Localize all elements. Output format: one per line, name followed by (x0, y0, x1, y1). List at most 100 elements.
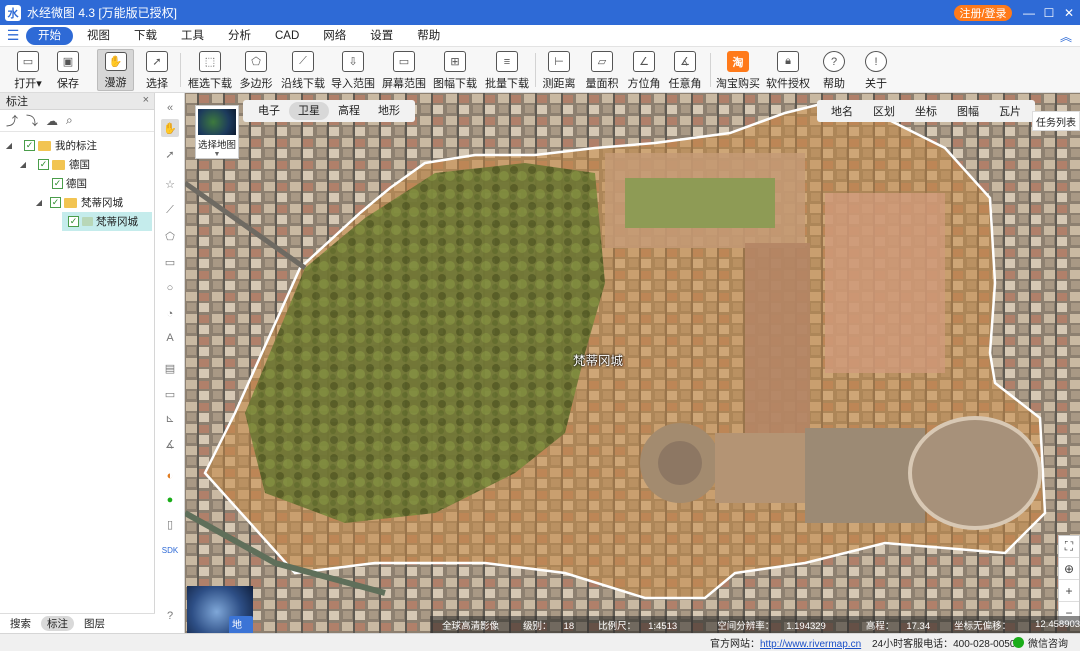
minimize-icon[interactable]: — (1018, 0, 1040, 25)
polyline-tool-icon[interactable]: ⟋ (161, 201, 179, 219)
map-canvas[interactable]: 选择地图 ▼ 电子 卫星 高程 地形 地名 区划 坐标 图幅 瓦片 任务列表 梵… (185, 93, 1080, 633)
close-icon[interactable]: ✕ (1058, 0, 1080, 25)
grid-download-label: 图幅下载 (433, 78, 477, 90)
tab-layers[interactable]: 图层 (78, 616, 111, 631)
pan-button[interactable]: ✋ 漫游 (97, 49, 134, 91)
tab-tiles[interactable]: 瓦片 (989, 103, 1031, 119)
circle-tool-icon[interactable]: ○ (161, 279, 179, 297)
sdk-icon[interactable]: SDK (161, 541, 179, 559)
menu-analysis[interactable]: 分析 (218, 27, 261, 45)
menu-download[interactable]: 下载 (124, 27, 167, 45)
ruler-tool-icon[interactable]: ▤ (161, 359, 179, 377)
tab-coordinates[interactable]: 坐标 (905, 103, 947, 119)
menu-cad[interactable]: CAD (265, 27, 309, 45)
rect-download-button[interactable]: ⬚ 框选下载 (188, 49, 232, 91)
tree-checkbox[interactable]: ✓ (50, 197, 61, 208)
tab-divisions[interactable]: 区划 (863, 103, 905, 119)
drawing-toolbar: « ✋ ➚ ☆ ⟋ ⬠ ▭ ○ ◔ A ▤ ▭ ⊾ ∡ ◐ ● ▯ SDK ? (155, 93, 185, 633)
zoom-in-button[interactable]: + (1059, 580, 1079, 602)
level-label: 级别： (523, 620, 552, 632)
tree-item-vatican-polygon[interactable]: ✓ 梵蒂冈城 (62, 212, 152, 231)
tab-place-names[interactable]: 地名 (821, 103, 863, 119)
website-link[interactable]: http://www.rivermap.cn (760, 639, 861, 650)
import-range-button[interactable]: ⇩ 导入范围 (331, 49, 375, 91)
website-label: 官方网站： (710, 639, 760, 650)
hamburger-menu-icon[interactable]: ☰ (0, 27, 26, 44)
line-download-button[interactable]: ⟋ 沿线下载 (281, 49, 325, 91)
expand-arrow-icon[interactable]: ◢ (18, 160, 28, 169)
area-tool-icon[interactable]: ▭ (161, 385, 179, 403)
collapse-panel-icon[interactable]: « (161, 99, 179, 117)
any-angle-button[interactable]: ∡ 任意角 (668, 49, 702, 91)
tree-checkbox[interactable]: ✓ (38, 159, 49, 170)
tab-satellite[interactable]: 卫星 (289, 102, 329, 120)
taobao-buy-button[interactable]: 淘 淘宝购买 (716, 49, 760, 91)
fullscreen-icon[interactable]: ⛶ (1059, 536, 1079, 558)
tab-terrain[interactable]: 地形 (369, 102, 409, 120)
tab-annotation[interactable]: 标注 (41, 616, 74, 631)
menu-view[interactable]: 视图 (77, 27, 120, 45)
line-download-label: 沿线下载 (281, 78, 325, 90)
expand-arrow-icon[interactable]: ◢ (4, 141, 14, 150)
expand-arrow-icon[interactable]: ◢ (34, 198, 44, 207)
menu-tools[interactable]: 工具 (171, 27, 214, 45)
phone-icon[interactable]: ▯ (161, 515, 179, 533)
open-folder-icon[interactable]: ⤵ (26, 112, 38, 129)
tree-item-germany[interactable]: ✓ 德国 (0, 174, 154, 193)
menu-network[interactable]: 网络 (313, 27, 356, 45)
rectangle-tool-icon[interactable]: ▭ (161, 253, 179, 271)
locate-icon[interactable]: ⊕ (1059, 558, 1079, 580)
green-circle-icon[interactable]: ● (161, 491, 179, 509)
panel-close-icon[interactable]: × (143, 94, 149, 106)
save-button[interactable]: ▣ 保存 (52, 49, 84, 91)
open-button[interactable]: ▭ 打开▾ (8, 49, 48, 91)
screen-range-button[interactable]: ▭ 屏幕范围 (382, 49, 426, 91)
tree-item-label: 梵蒂冈城 (96, 216, 138, 228)
collapse-ribbon-icon[interactable]: ︽ (1060, 28, 1072, 45)
tree-checkbox[interactable]: ✓ (68, 216, 79, 227)
map-type-switcher[interactable]: 选择地图 ▼ (195, 105, 239, 159)
search-icon[interactable]: ⌕ (66, 113, 73, 128)
select-button[interactable]: ➚ 选择 (141, 49, 173, 91)
taobao-icon: 淘 (727, 51, 749, 72)
new-folder-icon[interactable]: ⤴ (6, 112, 18, 129)
tab-search[interactable]: 搜索 (4, 616, 37, 631)
help-circle-icon[interactable]: ? (161, 607, 179, 625)
pan-tool-icon[interactable]: ✋ (161, 119, 179, 137)
cloud-icon[interactable]: ☁ (46, 114, 58, 128)
tab-sheets[interactable]: 图幅 (947, 103, 989, 119)
polygon-tool-icon[interactable]: ⬠ (161, 227, 179, 245)
globe-button[interactable]: 地球 (187, 586, 253, 633)
text-tool-icon[interactable]: A (161, 329, 179, 347)
tree-item-my-annotations[interactable]: ◢ ✓ 我的标注 (0, 136, 154, 155)
tree-item-vatican-folder[interactable]: ◢ ✓ 梵蒂冈城 (0, 193, 154, 212)
batch-download-button[interactable]: ≡ 批量下载 (485, 49, 529, 91)
tab-electronic[interactable]: 电子 (249, 102, 289, 120)
polygon-download-button[interactable]: ⬠ 多边形 (239, 49, 273, 91)
marker-tool-icon[interactable]: ☆ (161, 175, 179, 193)
measure-distance-button[interactable]: ⊢ 测距离 (542, 49, 576, 91)
tree-checkbox[interactable]: ✓ (24, 140, 35, 151)
sector-tool-icon[interactable]: ◔ (161, 305, 179, 323)
help-button[interactable]: ? 帮助 (818, 49, 850, 91)
color-wheel-icon[interactable]: ◐ (161, 467, 179, 485)
tree-checkbox[interactable]: ✓ (52, 178, 63, 189)
angle-tool-icon[interactable]: ∡ (161, 435, 179, 453)
menu-start[interactable]: 开始 (26, 26, 73, 45)
select-tool-icon[interactable]: ➚ (161, 145, 179, 163)
tab-elevation[interactable]: 高程 (329, 102, 369, 120)
license-button[interactable]: 🔒︎ 软件授权 (766, 49, 810, 91)
wechat-button[interactable]: 微信咨询 (1013, 635, 1068, 650)
maximize-icon[interactable]: ☐ (1038, 0, 1060, 25)
about-button[interactable]: ! 关于 (860, 49, 892, 91)
tree-item-germany-folder[interactable]: ◢ ✓ 德国 (0, 155, 154, 174)
azimuth-button[interactable]: ∠ 方位角 (627, 49, 661, 91)
hotline-text: 24小时客服电话：400-028-0050 (872, 639, 1016, 650)
azimuth-tool-icon[interactable]: ⊾ (161, 409, 179, 427)
login-button[interactable]: 注册/登录 (954, 5, 1012, 21)
grid-download-button[interactable]: ⊞ 图幅下载 (433, 49, 477, 91)
menu-help[interactable]: 帮助 (407, 27, 450, 45)
task-list-button[interactable]: 任务列表 (1032, 111, 1080, 131)
menu-settings[interactable]: 设置 (360, 27, 403, 45)
measure-area-button[interactable]: ▱ 量面积 (585, 49, 619, 91)
